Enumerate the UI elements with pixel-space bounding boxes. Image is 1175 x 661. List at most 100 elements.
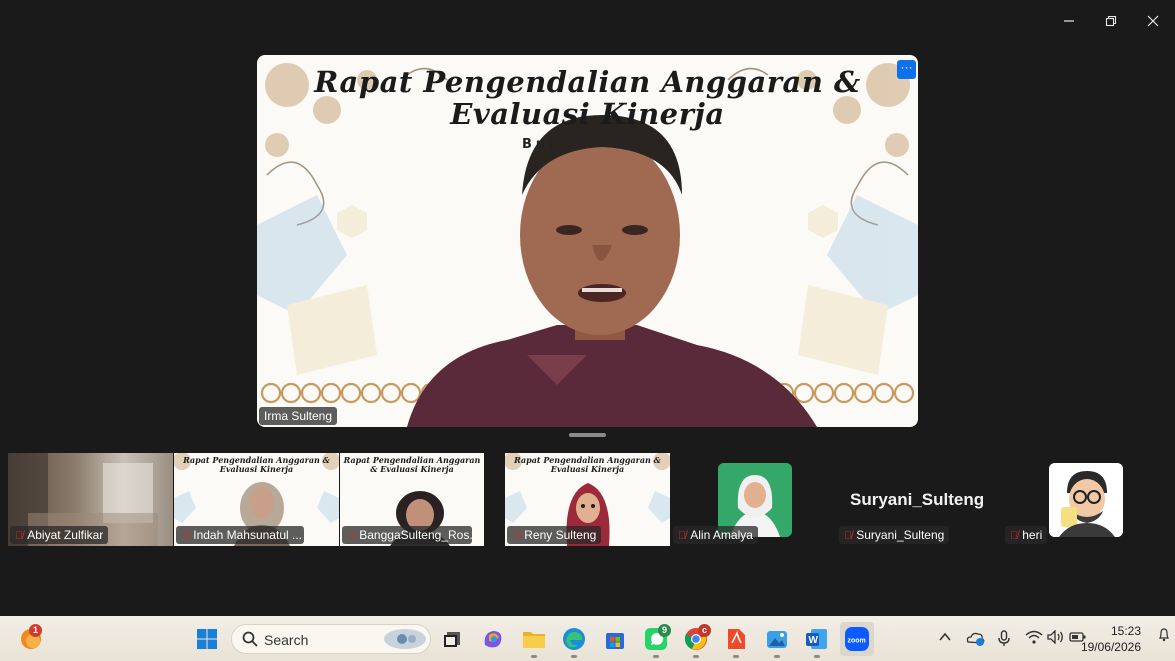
slide-subtitle: Bul (522, 137, 558, 152)
bell-icon (1159, 628, 1169, 642)
more-options-button[interactable]: ··· (897, 60, 916, 79)
edge-button[interactable] (559, 624, 589, 658)
participant-tile[interactable]: Rapat Pengendalian Anggaran & Evaluasi K… (505, 453, 670, 546)
copilot-button[interactable] (478, 624, 508, 654)
close-button[interactable] (1138, 8, 1168, 34)
taskbar-clock[interactable]: 15:23 19/06/2026 (1081, 623, 1141, 655)
folder-icon (523, 632, 545, 648)
svg-text:W: W (809, 635, 819, 646)
microphone-icon (998, 630, 1010, 646)
file-explorer-button[interactable] (519, 624, 549, 658)
onedrive-sync-icon (966, 632, 985, 646)
participant-tile[interactable]: 🎙̸ heri (1003, 453, 1168, 546)
running-indicator (531, 655, 537, 658)
mic-muted-icon: 🎙̸ (844, 530, 853, 542)
mic-muted-icon: 🎙̸ (15, 530, 24, 542)
avatar (1049, 463, 1123, 537)
store-icon (606, 633, 624, 649)
participant-name: Reny Sulteng (524, 528, 597, 542)
close-icon (1147, 15, 1159, 27)
task-view-button[interactable] (437, 624, 467, 654)
whatsapp-badge: 9 (658, 624, 671, 637)
participant-name: Suryani_Sulteng (856, 528, 945, 542)
volume-tray-button[interactable] (1047, 629, 1065, 647)
participant-name-tag: 🎙̸ BanggaSulteng_Ros... (342, 526, 472, 544)
search-highlight-icon (384, 629, 426, 649)
participant-name-tag: 🎙̸ Reny Sulteng (507, 526, 602, 544)
participant-name: BanggaSulteng_Ros... (359, 528, 472, 542)
restore-button[interactable] (1096, 8, 1126, 34)
running-indicator (774, 655, 780, 658)
mic-muted-icon: 🎙̸ (678, 530, 687, 542)
participant-name: Alin Amalya (690, 528, 753, 542)
photos-icon (767, 631, 787, 648)
tile-slide-title: Rapat Pengendalian Anggaran & Evaluasi K… (514, 455, 661, 474)
participant-display-name: Suryani_Sulteng (850, 490, 985, 509)
tile-slide-title: Rapat Pengendalian Anggaran & Evaluasi K… (343, 455, 481, 474)
mic-muted-icon: 🎙̸ (347, 530, 356, 542)
photos-button[interactable] (762, 624, 792, 658)
store-button[interactable] (600, 624, 630, 654)
participant-name: Abiyat Zulfikar (27, 528, 104, 542)
show-hidden-icons-button[interactable] (938, 630, 952, 647)
participant-name-tag: 🎙̸ Alin Amalya (673, 526, 758, 544)
participant-name-tag: 🎙̸ Abiyat Zulfikar (10, 526, 109, 544)
running-indicator (733, 655, 739, 658)
clock-time: 15:23 (1110, 624, 1141, 638)
mic-muted-icon: 🎙̸ (512, 530, 521, 542)
task-view-icon (444, 632, 460, 647)
start-button[interactable] (192, 624, 222, 654)
zoom-app-label: zoom (848, 638, 866, 645)
running-indicator (571, 655, 577, 658)
edge-icon (563, 628, 585, 650)
running-indicator (693, 655, 699, 658)
search-placeholder: Search (264, 632, 309, 648)
main-speaker-video[interactable]: Rapat Pengendalian Anggaran & Evaluasi K… (257, 55, 918, 427)
running-indicator (814, 655, 820, 658)
participant-name-tag: 🎙̸ heri (1005, 526, 1048, 544)
clock-date: 19/06/2026 (1080, 640, 1141, 654)
speaker-silhouette (407, 115, 817, 427)
wifi-icon (1025, 630, 1043, 644)
participant-name: heri (1022, 528, 1043, 542)
minimize-icon (1064, 20, 1074, 22)
acrobat-button[interactable] (721, 624, 751, 658)
windows-icon (197, 629, 217, 649)
word-icon: W (806, 629, 827, 649)
search-icon (242, 631, 258, 647)
participant-name-tag: 🎙̸ Suryani_Sulteng (839, 526, 950, 544)
speaker-name-tag: Irma Sulteng (259, 407, 338, 425)
wifi-tray-button[interactable] (1025, 630, 1043, 647)
tile-slide-title: Rapat Pengendalian Anggaran & Evaluasi K… (183, 455, 330, 474)
participant-name-tag: 🎙̸ Indah Mahsunatul ... (176, 526, 304, 544)
zoom-button[interactable]: zoom (840, 622, 874, 656)
restore-icon (1105, 15, 1117, 27)
chrome-profile-badge: c (698, 624, 711, 637)
participant-tile[interactable]: Suryani_Sulteng 🎙̸ Suryani_Sulteng (837, 453, 1002, 546)
microphone-tray-button[interactable] (997, 630, 1011, 649)
mic-muted-icon: 🎙̸ (181, 530, 190, 542)
profile-photo (1049, 463, 1123, 537)
slide-title-line1: Rapat Pengendalian Anggaran & (314, 65, 861, 99)
participant-tile[interactable]: 🎙̸ Abiyat Zulfikar (8, 453, 173, 546)
volume-icon (1047, 629, 1063, 645)
copilot-icon (484, 631, 502, 648)
word-button[interactable]: W (802, 624, 832, 658)
participant-tile[interactable]: 🎙̸ Alin Amalya (671, 453, 836, 546)
slide-title-line2: Evaluasi Kinerja (450, 97, 725, 131)
acrobat-icon (728, 629, 745, 649)
mic-muted-icon: 🎙̸ (1010, 530, 1019, 542)
gallery-resize-handle[interactable] (569, 433, 606, 437)
speaker-name: Irma Sulteng (264, 409, 333, 423)
participant-tile[interactable]: Rapat Pengendalian Anggaran & Evaluasi K… (174, 453, 339, 546)
weather-badge: 1 (29, 624, 42, 637)
onedrive-tray-button[interactable] (965, 630, 985, 649)
notification-button[interactable] (1158, 628, 1170, 645)
taskbar-search-box[interactable]: Search (231, 624, 431, 654)
minimize-button[interactable] (1054, 8, 1084, 34)
zoom-icon: zoom (845, 627, 869, 651)
running-indicator (653, 655, 659, 658)
zoom-meeting-window: Rapat Pengendalian Anggaran & Evaluasi K… (0, 0, 1175, 661)
participant-tile[interactable]: Rapat Pengendalian Anggaran & Evaluasi K… (340, 453, 484, 546)
participant-name: Indah Mahsunatul ... (193, 528, 302, 542)
